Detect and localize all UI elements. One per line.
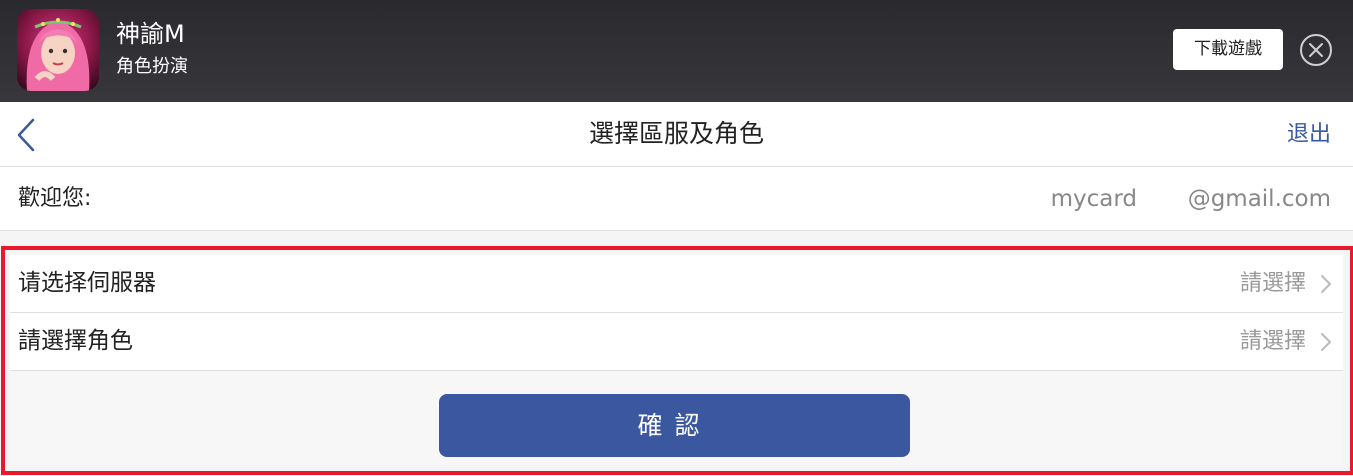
welcome-bar: 歡迎您: mycard @gmail.com	[0, 167, 1353, 231]
game-character-icon[interactable]	[17, 9, 99, 91]
app-name: 神諭M	[116, 20, 185, 48]
app-root: 神諭M 角色扮演 下載遊戲 選擇區服及角色 退出 歡迎您: mycard @gm…	[0, 0, 1353, 476]
server-select-value: 請選擇	[1239, 271, 1306, 296]
app-genre: 角色扮演	[116, 56, 188, 77]
app-promo-banner: 神諭M 角色扮演 下載遊戲	[0, 0, 1353, 102]
chevron-right-icon	[1320, 332, 1332, 352]
chevron-right-icon	[1320, 274, 1332, 294]
welcome-label: 歡迎您:	[18, 186, 92, 211]
confirm-button[interactable]: 確認	[439, 394, 910, 457]
role-select-row[interactable]: 請選擇角色 請選擇	[10, 313, 1343, 371]
role-select-value: 請選擇	[1239, 329, 1306, 354]
server-role-form: 请选择伺服器 請選擇 請選擇角色 請選擇 確認	[10, 255, 1343, 465]
account-email-domain: @gmail.com	[1187, 186, 1331, 212]
logout-link[interactable]: 退出	[1287, 102, 1331, 168]
page-title: 選擇區服及角色	[588, 119, 764, 148]
close-icon[interactable]	[1299, 33, 1333, 67]
server-select-row[interactable]: 请选择伺服器 請選擇	[10, 255, 1343, 313]
account-username: mycard	[1050, 186, 1137, 212]
page-header: 選擇區服及角色 退出	[0, 102, 1353, 167]
server-select-label: 请选择伺服器	[18, 270, 156, 296]
download-game-button[interactable]: 下載遊戲	[1173, 29, 1283, 70]
role-select-label: 請選擇角色	[18, 328, 133, 354]
